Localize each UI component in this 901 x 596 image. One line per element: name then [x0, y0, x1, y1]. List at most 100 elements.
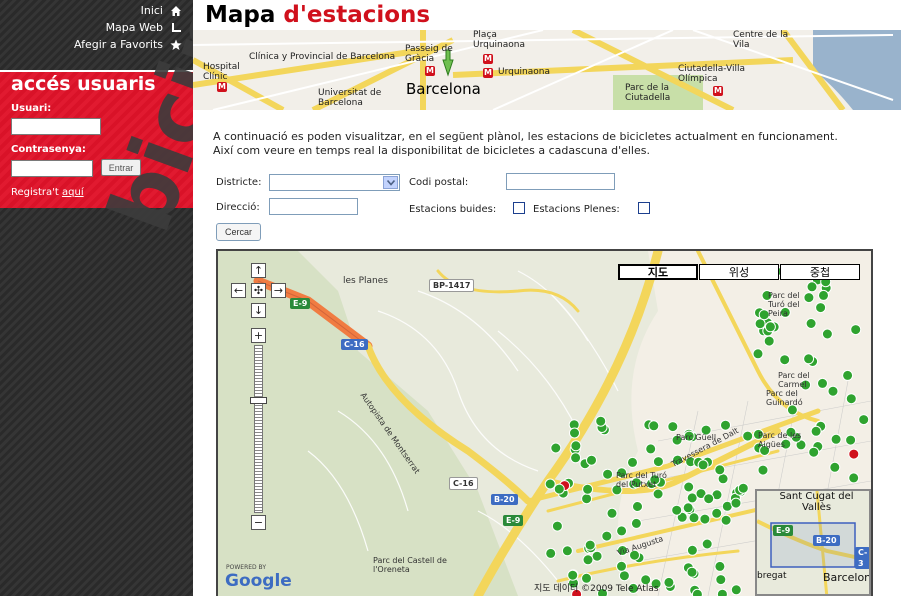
bike-station-marker[interactable]	[632, 501, 643, 512]
bike-station-marker[interactable]	[667, 421, 679, 433]
postal-input[interactable]	[506, 173, 615, 190]
bike-station-marker[interactable]	[805, 318, 817, 329]
address-input[interactable]	[269, 198, 358, 215]
bike-station-marker[interactable]	[827, 385, 839, 397]
bike-station-marker[interactable]	[754, 318, 766, 330]
zoom-out-icon[interactable]: −	[251, 515, 266, 530]
bike-station-marker[interactable]	[818, 289, 829, 301]
bike-station-marker[interactable]	[699, 513, 711, 525]
bike-station-marker[interactable]	[683, 481, 695, 493]
bike-station-marker[interactable]	[830, 433, 842, 445]
user-input[interactable]	[11, 118, 101, 135]
bike-station-marker[interactable]	[618, 570, 630, 582]
bike-station-marker[interactable]	[845, 393, 857, 405]
bike-station-marker[interactable]	[567, 569, 579, 581]
bike-station-marker[interactable]	[581, 493, 593, 505]
bike-station-marker[interactable]	[703, 493, 715, 505]
bike-station-marker[interactable]	[602, 468, 614, 480]
bike-station-marker[interactable]	[551, 520, 563, 532]
pan-down-icon[interactable]: ↓	[251, 303, 266, 318]
bike-station-marker[interactable]	[730, 497, 742, 509]
bike-station-marker[interactable]	[584, 539, 596, 551]
bike-station-marker[interactable]	[829, 461, 841, 473]
bike-station-marker[interactable]	[737, 482, 749, 494]
bike-station-marker[interactable]	[686, 544, 698, 556]
zoom-slider-handle[interactable]	[250, 397, 267, 404]
bike-station-marker[interactable]	[663, 576, 675, 588]
map-type-satellite[interactable]: 위성	[699, 264, 779, 280]
bike-station-marker[interactable]	[561, 545, 573, 557]
bike-station-marker[interactable]	[652, 488, 664, 500]
bike-station-marker[interactable]	[848, 472, 860, 484]
bike-station-marker[interactable]	[616, 560, 627, 572]
bike-station-marker[interactable]	[627, 456, 638, 468]
bike-station-marker[interactable]	[652, 456, 664, 468]
bike-station-marker[interactable]	[763, 335, 775, 347]
map-type-map[interactable]: 지도	[618, 264, 698, 280]
google-logo[interactable]: Google	[225, 571, 292, 591]
full-stations-checkbox[interactable]	[638, 202, 650, 214]
bike-station-marker[interactable]	[848, 448, 860, 460]
overview-map[interactable]: Sant Cugat del Vallès Barcelon bregat E-…	[755, 489, 871, 596]
bike-station-marker[interactable]	[858, 414, 870, 426]
bike-station-marker[interactable]	[752, 348, 764, 360]
bike-station-marker[interactable]	[842, 369, 854, 381]
empty-stations-checkbox[interactable]	[513, 202, 525, 214]
pan-right-icon[interactable]: →	[271, 283, 286, 298]
bike-station-marker[interactable]	[682, 502, 694, 514]
password-input[interactable]	[11, 160, 93, 177]
bike-station-marker[interactable]	[601, 530, 613, 542]
pan-center-icon[interactable]: ✣	[251, 283, 266, 298]
map-type-hybrid[interactable]: 중첩	[780, 264, 860, 280]
register-link[interactable]: aquí	[62, 187, 84, 198]
bike-station-marker[interactable]	[686, 566, 698, 578]
bike-station-marker[interactable]	[648, 420, 660, 432]
bike-station-marker[interactable]	[691, 588, 703, 596]
bike-station-marker[interactable]	[545, 547, 557, 559]
bike-station-marker[interactable]	[711, 507, 723, 519]
bike-station-marker[interactable]	[671, 504, 683, 516]
bike-station-marker[interactable]	[730, 584, 742, 596]
bike-station-marker[interactable]	[764, 321, 776, 333]
bike-station-marker[interactable]	[616, 525, 628, 537]
bike-station-marker[interactable]	[714, 464, 726, 476]
bike-station-marker[interactable]	[803, 353, 815, 365]
bike-station-marker[interactable]	[544, 478, 556, 490]
bike-station-marker[interactable]	[742, 430, 754, 442]
stations-map[interactable]: E-9 C-16 BP-1417 C-16 B-20 E-9 les Plane…	[216, 249, 873, 596]
bike-station-marker[interactable]	[586, 454, 597, 466]
bike-station-marker[interactable]	[716, 588, 728, 596]
bike-station-marker[interactable]	[697, 459, 709, 471]
bike-station-marker[interactable]	[570, 452, 582, 464]
zoom-in-icon[interactable]: +	[251, 328, 266, 343]
bike-station-marker[interactable]	[845, 434, 857, 446]
bike-station-marker[interactable]	[779, 354, 791, 366]
search-button[interactable]: Cercar	[216, 223, 261, 241]
bike-station-marker[interactable]	[715, 574, 727, 586]
pan-left-icon[interactable]: ←	[231, 283, 246, 298]
bike-station-marker[interactable]	[645, 443, 657, 455]
bike-station-marker[interactable]	[582, 483, 594, 495]
district-select[interactable]	[269, 174, 400, 191]
bike-station-marker[interactable]	[582, 554, 594, 566]
bike-station-marker[interactable]	[570, 440, 582, 452]
bike-station-marker[interactable]	[595, 415, 607, 427]
bike-station-marker[interactable]	[553, 483, 565, 495]
bike-station-marker[interactable]	[569, 427, 580, 439]
bike-station-marker[interactable]	[720, 514, 732, 526]
bike-station-marker[interactable]	[630, 517, 642, 529]
bike-station-marker[interactable]	[714, 560, 726, 572]
bike-station-marker[interactable]	[550, 442, 562, 454]
metro-icon: M	[425, 66, 435, 76]
zoom-slider-track[interactable]	[254, 345, 263, 513]
bike-station-marker[interactable]	[757, 464, 769, 476]
chevron-down-icon[interactable]	[383, 176, 398, 189]
pan-up-icon[interactable]: ↑	[251, 263, 266, 278]
bike-station-marker[interactable]	[717, 473, 729, 485]
bike-station-marker[interactable]	[591, 550, 603, 562]
bike-station-marker[interactable]	[688, 512, 700, 524]
bike-station-marker[interactable]	[606, 507, 618, 519]
bike-station-marker[interactable]	[850, 324, 862, 336]
bike-station-marker[interactable]	[701, 538, 713, 550]
bike-station-marker[interactable]	[821, 328, 833, 340]
